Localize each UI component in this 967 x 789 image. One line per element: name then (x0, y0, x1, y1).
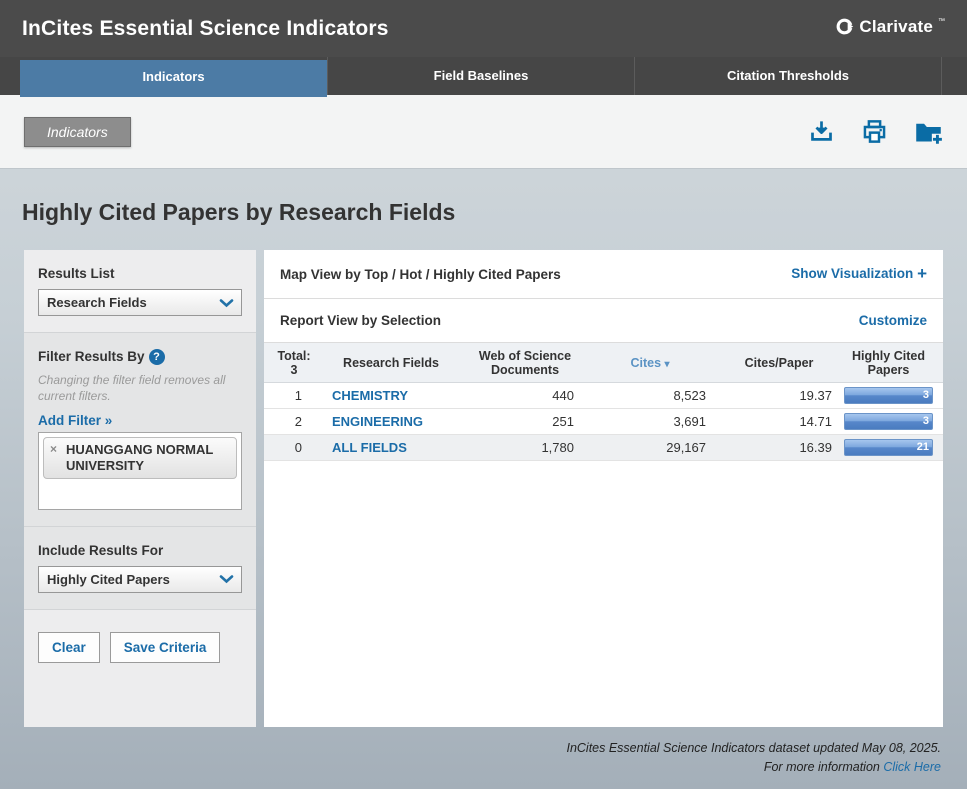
include-results-label: Include Results For (38, 543, 242, 558)
dataset-footer: InCites Essential Science Indicators dat… (0, 727, 967, 777)
add-to-folder-icon[interactable] (914, 118, 943, 145)
plus-icon: + (917, 264, 927, 283)
results-panel: Map View by Top / Hot / Highly Cited Pap… (264, 250, 943, 727)
results-list-label: Results List (38, 266, 242, 281)
cites-per-paper-value: 16.39 (716, 440, 842, 455)
table-body: 1 CHEMISTRY 440 8,523 19.37 3 2 ENGINEER… (264, 383, 943, 727)
field-link-chemistry[interactable]: CHEMISTRY (332, 388, 408, 403)
highly-cited-papers-bar[interactable]: 21 (844, 439, 933, 456)
column-header-highly-cited-papers[interactable]: Highly Cited Papers (842, 349, 935, 377)
toolbar: Indicators (0, 95, 967, 169)
field-link-engineering[interactable]: ENGINEERING (332, 414, 423, 429)
column-header-cites-per-paper[interactable]: Cites/Paper (716, 356, 842, 370)
remove-filter-icon[interactable]: × (50, 442, 57, 457)
column-header-research-fields[interactable]: Research Fields (316, 356, 466, 370)
clarivate-mark-icon (835, 17, 854, 41)
filter-note: Changing the filter field removes all cu… (38, 373, 242, 404)
table-row: 1 CHEMISTRY 440 8,523 19.37 3 (264, 383, 943, 409)
tab-indicators[interactable]: Indicators (20, 60, 327, 97)
cites-value: 8,523 (584, 388, 716, 403)
brand-name: Clarivate (859, 17, 933, 37)
customize-link[interactable]: Customize (859, 313, 927, 328)
results-list-value: Research Fields (39, 295, 211, 310)
app-header: InCites Essential Science Indicators Cla… (0, 0, 967, 57)
help-icon[interactable]: ? (149, 349, 165, 365)
table-header-row: Total: 3 Research Fields Web of Science … (264, 343, 943, 383)
clear-button[interactable]: Clear (38, 632, 100, 663)
tab-spacer (0, 57, 20, 95)
include-results-value: Highly Cited Papers (39, 572, 211, 587)
include-results-dropdown[interactable]: Highly Cited Papers (38, 566, 242, 593)
more-info-text: For more information (764, 760, 880, 774)
field-link-all-fields[interactable]: ALL FIELDS (332, 440, 407, 455)
tab-field-baselines[interactable]: Field Baselines (327, 57, 634, 95)
column-header-cites-sorted[interactable]: Cites ▾ (584, 356, 716, 370)
sort-descending-icon: ▾ (665, 359, 670, 370)
report-view-header: Report View by Selection Customize (264, 299, 943, 343)
active-filters-box: × HUANGGANG NORMAL UNIVERSITY (38, 432, 242, 510)
table-row-all-fields: 0 ALL FIELDS 1,780 29,167 16.39 21 (264, 435, 943, 461)
criteria-buttons-section: Clear Save Criteria (24, 609, 256, 679)
cites-value: 3,691 (584, 414, 716, 429)
brand-trademark: ™ (938, 18, 945, 25)
add-filter-link[interactable]: Add Filter » (38, 413, 112, 428)
chevron-down-icon (211, 574, 241, 584)
report-view-title: Report View by Selection (280, 313, 441, 328)
table-row: 2 ENGINEERING 251 3,691 14.71 3 (264, 409, 943, 435)
download-icon[interactable] (808, 118, 835, 145)
wos-documents-value: 440 (466, 388, 584, 403)
print-icon[interactable] (861, 118, 888, 145)
cites-value: 29,167 (584, 440, 716, 455)
results-list-dropdown[interactable]: Research Fields (38, 289, 242, 316)
indicators-breadcrumb-button[interactable]: Indicators (24, 117, 131, 147)
column-header-total: Total: 3 (272, 349, 316, 377)
click-here-link[interactable]: Click Here (883, 760, 941, 774)
column-header-wos-documents[interactable]: Web of Science Documents (466, 349, 584, 377)
filter-results-label: Filter Results By? (38, 349, 242, 365)
chevron-down-icon (211, 298, 241, 308)
map-view-header: Map View by Top / Hot / Highly Cited Pap… (264, 250, 943, 299)
cites-per-paper-value: 14.71 (716, 414, 842, 429)
tab-citation-thresholds[interactable]: Citation Thresholds (634, 57, 941, 95)
wos-documents-value: 1,780 (466, 440, 584, 455)
wos-documents-value: 251 (466, 414, 584, 429)
save-criteria-button[interactable]: Save Criteria (110, 632, 221, 663)
show-visualization-link[interactable]: Show Visualization + (791, 264, 927, 284)
page-title: Highly Cited Papers by Research Fields (22, 199, 945, 226)
row-rank: 1 (272, 388, 316, 403)
sidebar-filler (24, 679, 256, 727)
app-title: InCites Essential Science Indicators (22, 17, 389, 41)
row-rank: 2 (272, 414, 316, 429)
row-rank: 0 (272, 440, 316, 455)
map-view-title: Map View by Top / Hot / Highly Cited Pap… (280, 267, 561, 282)
filter-section: Filter Results By? Changing the filter f… (24, 332, 256, 526)
clarivate-logo: Clarivate ™ (835, 17, 945, 41)
filters-sidebar: Results List Research Fields Filter Resu… (24, 250, 256, 727)
dataset-updated-text: InCites Essential Science Indicators dat… (0, 739, 941, 758)
filter-chip[interactable]: × HUANGGANG NORMAL UNIVERSITY (43, 437, 237, 480)
results-list-section: Results List Research Fields (24, 250, 256, 332)
filter-chip-label: HUANGGANG NORMAL UNIVERSITY (66, 442, 213, 473)
highly-cited-papers-bar[interactable]: 3 (844, 387, 933, 404)
main-tab-bar: Indicators Field Baselines Citation Thre… (0, 57, 967, 95)
highly-cited-papers-bar[interactable]: 3 (844, 413, 933, 430)
include-results-section: Include Results For Highly Cited Papers (24, 526, 256, 609)
cites-per-paper-value: 19.37 (716, 388, 842, 403)
tab-spacer (941, 57, 967, 95)
